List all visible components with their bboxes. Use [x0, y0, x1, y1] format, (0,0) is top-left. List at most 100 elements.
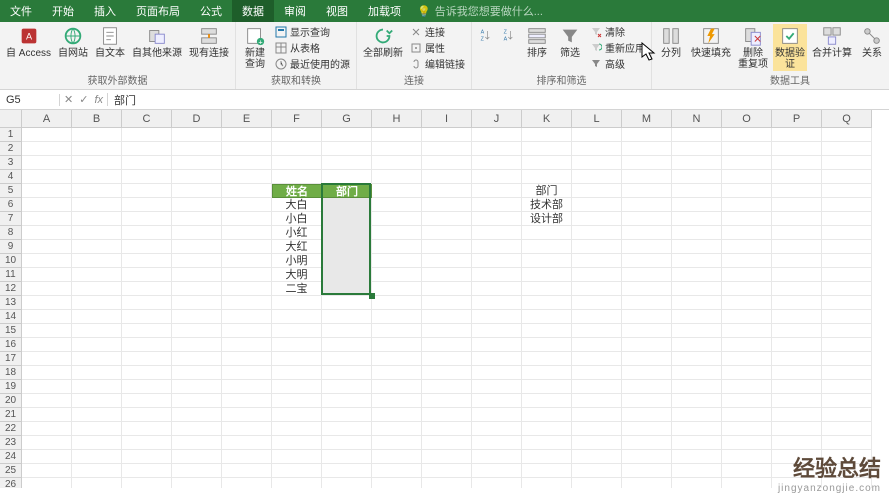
row-header[interactable]: 25 — [0, 464, 22, 478]
cell[interactable]: 二宝 — [272, 282, 322, 296]
row-header[interactable]: 16 — [0, 338, 22, 352]
cell[interactable] — [472, 464, 522, 478]
cell[interactable] — [122, 366, 172, 380]
cell[interactable] — [272, 366, 322, 380]
cell[interactable] — [722, 380, 772, 394]
column-header[interactable]: Q — [822, 110, 872, 128]
row-header[interactable]: 22 — [0, 422, 22, 436]
cell[interactable] — [622, 128, 672, 142]
cell[interactable] — [22, 408, 72, 422]
cell[interactable] — [322, 142, 372, 156]
cell[interactable] — [372, 380, 422, 394]
cell[interactable] — [822, 366, 872, 380]
row-header[interactable]: 23 — [0, 436, 22, 450]
cell[interactable] — [172, 408, 222, 422]
cell[interactable] — [772, 170, 822, 184]
cell[interactable] — [122, 240, 172, 254]
cell[interactable] — [572, 352, 622, 366]
cell[interactable]: 部门 — [322, 184, 372, 198]
cell[interactable] — [222, 296, 272, 310]
properties-button[interactable]: 属性 — [408, 40, 467, 55]
cell[interactable] — [622, 324, 672, 338]
cell[interactable] — [222, 142, 272, 156]
cell[interactable] — [472, 408, 522, 422]
cell[interactable] — [22, 254, 72, 268]
cell[interactable] — [622, 450, 672, 464]
cell[interactable] — [372, 156, 422, 170]
cell[interactable] — [322, 436, 372, 450]
cell[interactable] — [222, 226, 272, 240]
cell[interactable] — [472, 282, 522, 296]
cell[interactable] — [822, 156, 872, 170]
cell[interactable] — [322, 198, 372, 212]
row-header[interactable]: 5 — [0, 184, 22, 198]
row-header[interactable]: 1 — [0, 128, 22, 142]
cell[interactable] — [72, 212, 122, 226]
cell[interactable] — [422, 422, 472, 436]
cell[interactable] — [72, 128, 122, 142]
cell[interactable] — [272, 142, 322, 156]
cell[interactable] — [72, 450, 122, 464]
row-header[interactable]: 6 — [0, 198, 22, 212]
cell[interactable] — [272, 352, 322, 366]
cell[interactable] — [222, 464, 272, 478]
tab-file[interactable]: 文件 — [0, 0, 42, 22]
cell[interactable] — [722, 268, 772, 282]
cell[interactable] — [572, 198, 622, 212]
cell[interactable] — [222, 366, 272, 380]
cell[interactable] — [72, 408, 122, 422]
cell[interactable] — [22, 380, 72, 394]
cell[interactable] — [722, 296, 772, 310]
cell[interactable]: 部门 — [522, 184, 572, 198]
cell[interactable] — [272, 422, 322, 436]
cell[interactable] — [372, 338, 422, 352]
cell[interactable] — [822, 352, 872, 366]
cell[interactable] — [522, 324, 572, 338]
spreadsheet-grid[interactable]: ABCDEFGHIJKLMNOPQ 1234567891011121314151… — [0, 110, 889, 488]
cell[interactable] — [822, 198, 872, 212]
cell[interactable] — [422, 366, 472, 380]
cell[interactable] — [172, 282, 222, 296]
cell[interactable] — [422, 254, 472, 268]
cell[interactable] — [122, 268, 172, 282]
cell[interactable] — [722, 464, 772, 478]
cell[interactable] — [672, 142, 722, 156]
cell[interactable] — [672, 408, 722, 422]
cell[interactable] — [172, 478, 222, 488]
cell[interactable] — [22, 436, 72, 450]
cell[interactable] — [372, 450, 422, 464]
cell[interactable] — [672, 296, 722, 310]
row-header[interactable]: 18 — [0, 366, 22, 380]
cell[interactable] — [72, 170, 122, 184]
cell[interactable] — [722, 436, 772, 450]
cell[interactable] — [372, 422, 422, 436]
row-header[interactable]: 20 — [0, 394, 22, 408]
cell[interactable] — [322, 478, 372, 488]
cell[interactable] — [222, 450, 272, 464]
column-header[interactable]: M — [622, 110, 672, 128]
cell[interactable] — [772, 128, 822, 142]
cell[interactable] — [172, 156, 222, 170]
cell[interactable] — [522, 142, 572, 156]
cell[interactable] — [772, 408, 822, 422]
cell[interactable] — [422, 338, 472, 352]
row-header[interactable]: 19 — [0, 380, 22, 394]
cell[interactable] — [822, 170, 872, 184]
row-header[interactable]: 3 — [0, 156, 22, 170]
cell[interactable] — [322, 352, 372, 366]
cell[interactable] — [222, 324, 272, 338]
cell[interactable] — [422, 268, 472, 282]
cell[interactable] — [472, 422, 522, 436]
cell[interactable] — [572, 310, 622, 324]
cell[interactable] — [472, 198, 522, 212]
cell[interactable] — [622, 226, 672, 240]
cell[interactable] — [422, 128, 472, 142]
cell[interactable] — [572, 408, 622, 422]
cell[interactable] — [22, 464, 72, 478]
cell[interactable] — [672, 310, 722, 324]
cell[interactable] — [222, 156, 272, 170]
cell[interactable] — [422, 380, 472, 394]
cell[interactable] — [772, 352, 822, 366]
cell[interactable] — [22, 450, 72, 464]
cell[interactable] — [772, 380, 822, 394]
